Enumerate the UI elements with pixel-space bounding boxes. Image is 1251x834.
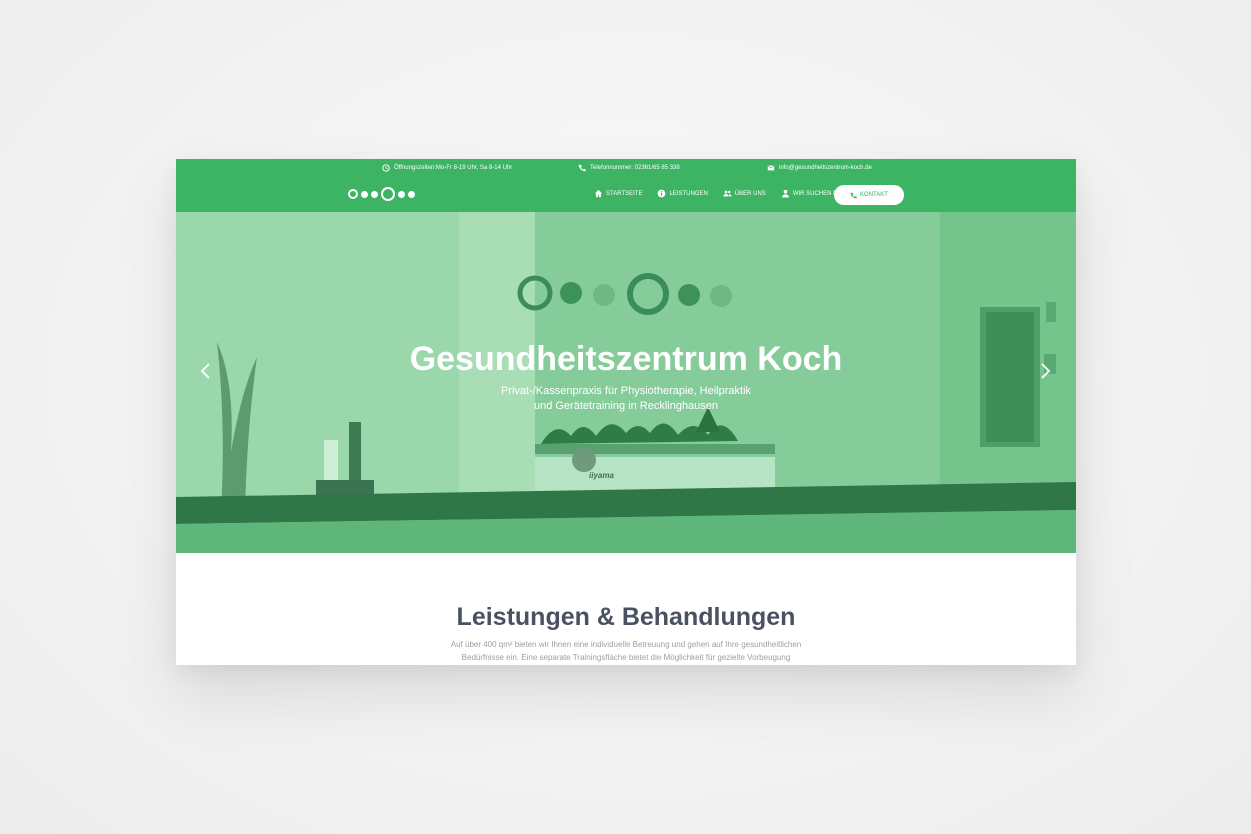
nav-item-label: LEISTUNGEN	[669, 190, 708, 197]
hero-subtitle-line-1: Privat-/Kassenpraxis für Physiotherapie,…	[500, 385, 752, 397]
website-screenshot: Öffnungszeiten:Mo-Fr 8-19 Uhr, Sa 8-14 U…	[176, 159, 1076, 665]
hero-subtitle-line-2: und Gerätetraining in Recklinghausen	[533, 400, 719, 412]
services-intro-line-2: Bedürfnisse ein. Eine separate Trainings…	[461, 653, 791, 662]
info-icon	[658, 189, 666, 198]
nav-item-label: ÜBER UNS	[734, 190, 766, 197]
person-icon	[781, 189, 789, 198]
clock-icon	[382, 164, 390, 172]
phone-icon	[850, 192, 857, 198]
monitor-brand-label: iiyama	[589, 471, 614, 480]
services-intro-line-1: Auf über 400 qm² bieten wir Ihnen eine i…	[450, 640, 802, 649]
phone-text: Telefonnummer: 02361/65 85 338	[590, 165, 680, 171]
nav-item-startseite[interactable]: STARTSEITE	[594, 189, 642, 198]
logo[interactable]	[348, 187, 415, 201]
main-navbar: STARTSEITE LEISTUNGEN ÜBER UNS WIR SUCHE…	[176, 177, 1076, 212]
top-info-bar: Öffnungszeiten:Mo-Fr 8-19 Uhr, Sa 8-14 U…	[176, 159, 1076, 177]
nav-item-label: STARTSEITE	[606, 190, 643, 197]
services-heading: Leistungen & Behandlungen	[456, 603, 796, 631]
services-intro-text: Auf über 400 qm² bieten wir Ihnen eine i…	[426, 638, 826, 664]
nav-item-leistungen[interactable]: LEISTUNGEN	[657, 189, 708, 198]
nav-menu: STARTSEITE LEISTUNGEN ÜBER UNS WIR SUCHE…	[594, 189, 864, 198]
phone-info[interactable]: Telefonnummer: 02361/65 85 338	[578, 164, 680, 172]
hero-background-image	[176, 212, 1076, 553]
email-text: info@gesundheitszentrum-koch.de	[779, 165, 872, 171]
nav-item-ueber-uns[interactable]: ÜBER UNS	[723, 189, 766, 198]
hero-slider: iiyama Gesundheitszentrum Koch Privat-/K…	[176, 212, 1076, 553]
email-info[interactable]: info@gesundheitszentrum-koch.de	[767, 164, 872, 172]
kontakt-button[interactable]: KONTAKT	[834, 185, 904, 205]
opening-hours: Öffnungszeiten:Mo-Fr 8-19 Uhr, Sa 8-14 U…	[382, 164, 512, 172]
group-icon	[723, 190, 732, 197]
hero-subtitle: Privat-/Kassenpraxis für Physiotherapie,…	[476, 384, 776, 414]
home-icon	[594, 189, 603, 198]
mail-icon	[767, 165, 775, 171]
hero-title: Gesundheitszentrum Koch	[409, 340, 843, 378]
phone-icon	[578, 164, 586, 172]
opening-hours-text: Öffnungszeiten:Mo-Fr 8-19 Uhr, Sa 8-14 U…	[394, 165, 513, 171]
kontakt-label: KONTAKT	[860, 192, 888, 198]
